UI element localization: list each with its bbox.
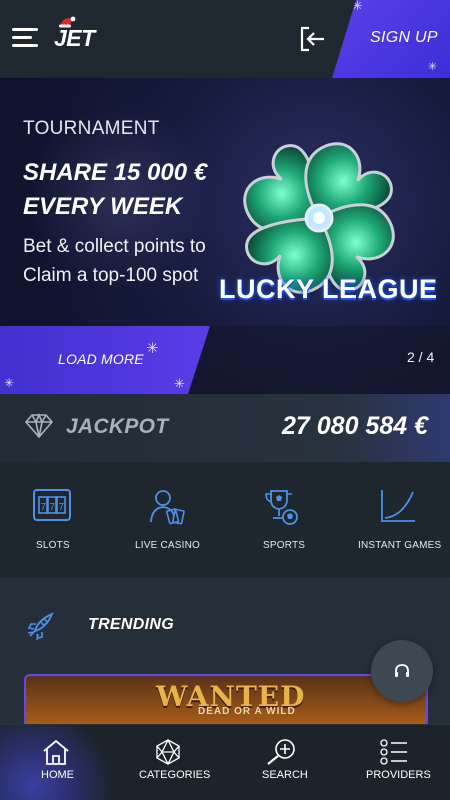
snowflake-icon: ✳	[428, 61, 438, 73]
category-shortcuts: 7 7 7 SLOTS LIVE CASINO SPORTS INSTANT G…	[0, 462, 450, 578]
jackpot-amount: 27 080 584 €	[282, 412, 428, 440]
banner-kicker: TOURNAMENT	[23, 118, 160, 139]
nav-label: PROVIDERS	[366, 769, 431, 781]
curve-chart-icon	[381, 490, 415, 522]
nav-label: SEARCH	[262, 769, 308, 781]
bottom-navigation: HOME CATEGORIES SEARCH PROVIDERS	[0, 724, 450, 800]
nav-search[interactable]: SEARCH	[224, 725, 336, 800]
svg-text:7: 7	[41, 502, 47, 513]
jackpot-bar[interactable]: JACKPOT 27 080 584 €	[0, 394, 450, 462]
category-label: INSTANT GAMES	[358, 540, 442, 551]
headset-icon	[395, 664, 409, 677]
banner-title: SHARE 15 000 € EVERY WEEK	[23, 156, 207, 224]
snowflake-icon: ✳	[4, 376, 15, 390]
trophy-ball-icon	[265, 490, 298, 525]
diamond-icon	[24, 413, 54, 439]
list-icon	[380, 739, 407, 765]
hamburger-menu-icon[interactable]	[12, 28, 40, 50]
category-live-casino[interactable]: LIVE CASINO	[104, 462, 228, 578]
dice-icon	[156, 738, 180, 766]
category-label: SLOTS	[36, 540, 70, 551]
home-icon	[43, 739, 69, 765]
banner-pager: 2 / 4	[407, 349, 435, 365]
snowflake-icon: ✳	[352, 0, 363, 13]
login-icon[interactable]	[299, 26, 327, 52]
nav-label: CATEGORIES	[139, 769, 211, 781]
game-subtitle: DEAD OR A WILD	[198, 706, 296, 717]
search-icon	[267, 739, 295, 765]
banner-title-line: SHARE 15 000 €	[23, 159, 208, 186]
support-chat-button[interactable]	[371, 640, 433, 702]
banner-text-line: Claim a top-100 spot	[23, 265, 199, 286]
dealer-icon	[150, 490, 185, 525]
lucky-league-logo: LUCKY LEAGUE	[219, 274, 438, 304]
nav-categories[interactable]: CATEGORIES	[112, 725, 224, 800]
category-instant-games[interactable]: INSTANT GAMES	[338, 462, 450, 578]
banner-text-line: Bet & collect points to	[23, 236, 206, 257]
jet-logo[interactable]: JET	[54, 25, 95, 52]
signup-button[interactable]: SIGN UP ✳ ✳	[332, 0, 450, 78]
banner-text: Bet & collect points to Claim a top-100 …	[23, 232, 206, 290]
trending-heading: TRENDING	[88, 616, 174, 633]
promo-banner[interactable]: TOURNAMENT SHARE 15 000 € EVERY WEEK Bet…	[0, 78, 450, 394]
category-label: LIVE CASINO	[135, 540, 200, 551]
slot-machine-icon: 7 7 7	[33, 489, 71, 521]
svg-text:7: 7	[59, 502, 65, 513]
category-slots[interactable]: 7 7 7 SLOTS	[0, 462, 104, 578]
nav-label: HOME	[41, 769, 74, 781]
rocket-icon	[27, 612, 54, 641]
snowflake-icon: ✳	[174, 376, 185, 391]
header: JET SIGN UP ✳ ✳	[0, 0, 450, 78]
signup-label: SIGN UP	[370, 29, 438, 46]
load-more-label: LOAD MORE	[58, 351, 144, 367]
nav-providers[interactable]: PROVIDERS	[336, 725, 450, 800]
nav-home[interactable]: HOME	[0, 725, 112, 800]
svg-text:7: 7	[50, 502, 56, 513]
app: JET SIGN UP ✳ ✳ TOURNAMENT SHARE 15 000 …	[0, 0, 450, 800]
category-sports[interactable]: SPORTS	[228, 462, 338, 578]
banner-title-line: EVERY WEEK	[23, 193, 183, 220]
category-label: SPORTS	[263, 540, 306, 551]
jackpot-label: JACKPOT	[66, 415, 169, 438]
snowflake-icon: ✳	[146, 340, 159, 357]
